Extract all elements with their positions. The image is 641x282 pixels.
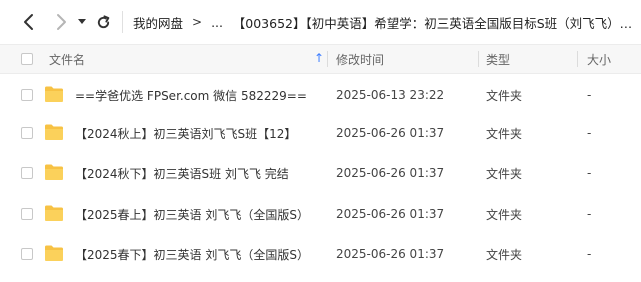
file-type: 文件夹 xyxy=(486,207,523,222)
sort-ascending-icon[interactable]: ↑ xyxy=(314,51,324,65)
chevron-right-icon xyxy=(57,14,66,30)
caret-down-icon xyxy=(78,19,86,24)
chevron-left-icon xyxy=(24,14,33,30)
file-type: 文件夹 xyxy=(486,88,523,103)
row-checkbox[interactable] xyxy=(21,208,33,220)
folder-icon xyxy=(45,86,63,102)
file-list-header: 文件名 ↑ 修改时间 类型 大小 xyxy=(0,44,641,74)
file-size: - xyxy=(587,166,592,180)
toolbar: 我的网盘 > ... 【003652】【初中英语】希望学：初三英语全国版目标S班… xyxy=(0,0,641,44)
column-divider[interactable] xyxy=(478,51,479,67)
row-checkbox[interactable] xyxy=(21,89,33,101)
file-mtime: 2025-06-26 01:37 xyxy=(336,247,445,261)
file-row[interactable]: 【2024秋下】初三英语S班 刘飞飞 完结 2025-06-26 01:37 文件夹… xyxy=(0,153,641,193)
file-row[interactable]: 【2025春上】初三英语 刘飞飞（全国版S） 2025-06-26 01:37 文件… xyxy=(0,194,641,234)
back-button[interactable] xyxy=(18,10,40,34)
row-checkbox[interactable] xyxy=(21,167,33,179)
column-header-size[interactable]: 大小 xyxy=(587,45,611,73)
file-name[interactable]: 【2024秋下】初三英语S班 刘飞飞 完结 xyxy=(75,153,289,193)
breadcrumb-separator: > xyxy=(192,15,203,29)
column-header-name[interactable]: 文件名 xyxy=(49,45,85,73)
history-dropdown-button[interactable] xyxy=(76,10,88,34)
file-name[interactable]: 【2024秋上】初三英语刘飞飞S班【12】 xyxy=(75,113,296,153)
file-name[interactable]: 【2025春下】初三英语 刘飞飞（全国版S） xyxy=(75,234,309,274)
file-row[interactable]: ==学爸优选 FPSer.com 微信 582229== 2025-06-13 2… xyxy=(0,75,641,115)
file-size: - xyxy=(587,247,592,261)
breadcrumb: 我的网盘 > ... 【003652】【初中英语】希望学：初三英语全国版目标S班… xyxy=(133,12,638,32)
file-name[interactable]: 【2025春上】初三英语 刘飞飞（全国版S） xyxy=(75,194,309,234)
refresh-icon xyxy=(97,14,109,28)
file-size: - xyxy=(587,126,592,140)
refresh-button[interactable] xyxy=(94,10,112,34)
row-checkbox[interactable] xyxy=(21,127,33,139)
forward-button[interactable] xyxy=(50,10,72,34)
file-name[interactable]: ==学爸优选 FPSer.com 微信 582229== xyxy=(75,75,307,115)
file-size: - xyxy=(587,207,592,221)
select-all-checkbox[interactable] xyxy=(21,53,33,65)
breadcrumb-ellipsis[interactable]: ... xyxy=(211,15,223,30)
folder-icon xyxy=(45,124,63,140)
column-header-mtime[interactable]: 修改时间 xyxy=(336,45,384,73)
file-size: - xyxy=(587,88,592,102)
breadcrumb-root[interactable]: 我的网盘 xyxy=(133,13,183,32)
file-mtime: 2025-06-13 23:22 xyxy=(336,88,445,102)
toolbar-divider xyxy=(122,11,123,33)
folder-icon xyxy=(45,164,63,180)
file-row[interactable]: 【2025春下】初三英语 刘飞飞（全国版S） 2025-06-26 01:37 文件… xyxy=(0,234,641,274)
row-checkbox[interactable] xyxy=(21,248,33,260)
column-divider[interactable] xyxy=(327,51,328,67)
column-divider[interactable] xyxy=(577,51,578,67)
column-header-type[interactable]: 类型 xyxy=(486,45,510,73)
breadcrumb-current: 【003652】【初中英语】希望学：初三英语全国版目标S班（刘飞飞）24... xyxy=(232,15,638,31)
file-mtime: 2025-06-26 01:37 xyxy=(336,166,445,180)
folder-icon xyxy=(45,245,63,261)
file-type: 文件夹 xyxy=(486,166,523,181)
folder-icon xyxy=(45,205,63,221)
file-row[interactable]: 【2024秋上】初三英语刘飞飞S班【12】 2025-06-26 01:37 文件夹… xyxy=(0,113,641,153)
file-mtime: 2025-06-26 01:37 xyxy=(336,207,445,221)
file-type: 文件夹 xyxy=(486,126,523,141)
file-type: 文件夹 xyxy=(486,247,523,262)
file-mtime: 2025-06-26 01:37 xyxy=(336,126,445,140)
